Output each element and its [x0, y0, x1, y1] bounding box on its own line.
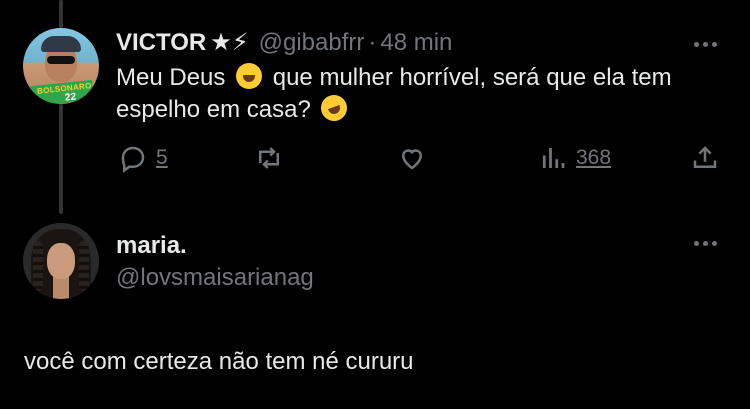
views-button[interactable]: 368	[538, 140, 611, 176]
author-name[interactable]: VICTOR	[116, 29, 206, 57]
face-with-tears-of-joy-icon	[236, 63, 263, 89]
separator: ·	[368, 29, 377, 56]
reply-button[interactable]: 5	[118, 140, 168, 176]
reply-author-handle[interactable]: @lovsmaisarianag	[116, 264, 314, 292]
avatar-band-number: 22	[64, 91, 77, 104]
avatar[interactable]	[23, 223, 99, 299]
share-button[interactable]	[690, 140, 720, 176]
like-button[interactable]	[397, 140, 427, 176]
views-icon	[542, 148, 565, 168]
rolling-on-the-floor-laughing-icon	[317, 91, 352, 125]
avatar[interactable]: BOLSONARO 22	[23, 28, 99, 104]
more-icon[interactable]	[688, 32, 722, 56]
tweet-text-part: Meu Deus	[116, 64, 226, 91]
author-handle[interactable]: @gibabfrr	[259, 29, 365, 57]
reply-author-name[interactable]: maria.	[116, 232, 187, 260]
tweet-header: VICTOR ★⚡ @gibabfrr · 48 min	[116, 28, 452, 58]
reply-count: 5	[156, 146, 168, 169]
thread-line	[59, 104, 63, 214]
reply-text: você com certeza não tem né cururu	[24, 348, 414, 375]
share-icon	[693, 146, 717, 168]
like-icon	[401, 149, 423, 170]
timestamp[interactable]: 48 min	[380, 29, 452, 57]
retweet-icon	[259, 147, 279, 169]
retweet-button[interactable]	[254, 140, 284, 176]
tweet-actions: 5 368	[116, 140, 722, 176]
author-badge: ★⚡	[210, 29, 249, 56]
views-count: 368	[576, 146, 612, 169]
thread-line	[59, 0, 63, 28]
tweet-text: Meu Deus que mulher horrível, será que e…	[116, 62, 706, 126]
more-icon[interactable]	[688, 231, 722, 255]
reply-icon	[121, 146, 145, 173]
